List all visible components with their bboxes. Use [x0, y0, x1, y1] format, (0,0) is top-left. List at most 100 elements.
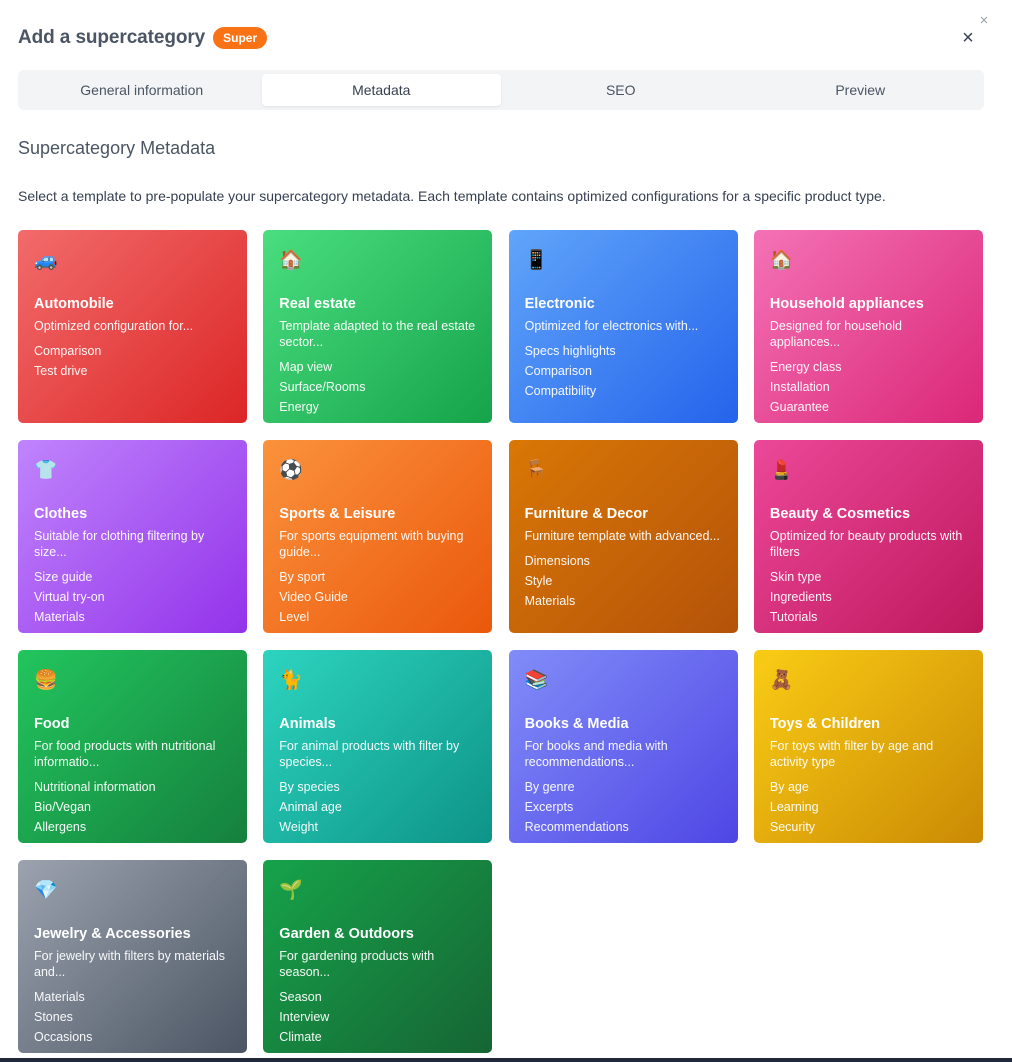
- template-card-description: Template adapted to the real estate sect…: [279, 319, 476, 349]
- template-card-feature: Learning: [769, 800, 819, 814]
- template-card-feature: Tutorials: [769, 610, 818, 624]
- template-card-jewelry-and-accessories[interactable]: 💎 Jewelry & Accessories For jewelry with f…: [18, 860, 247, 1053]
- template-card-features: Energy class Installation Guarantee: [770, 357, 967, 417]
- template-card-feature: By species: [279, 780, 340, 794]
- template-card-feature: Comparison: [34, 344, 102, 358]
- template-card-automobile[interactable]: 🚙 Automobile Optimized configuration for..…: [18, 230, 247, 423]
- template-card-feature: Occasions: [34, 1030, 93, 1044]
- template-card-description: Optimized for beauty products with filte…: [769, 529, 963, 559]
- template-card-title: Electronic: [524, 296, 595, 312]
- template-card-feature: Animal age: [279, 800, 342, 814]
- template-card-description: Optimized configuration for...: [34, 319, 194, 333]
- template-card-feature: Installation: [769, 380, 830, 394]
- template-card-title: Automobile: [34, 296, 114, 312]
- template-card-feature: Weight: [279, 820, 318, 834]
- template-card-title: Sports & Leisure: [279, 506, 396, 522]
- template-card-feature: Virtual try-on: [34, 590, 105, 604]
- template-card-feature: Interview: [279, 1010, 330, 1024]
- template-grid: 🚙 Automobile Optimized configuration for..…: [18, 230, 984, 1053]
- template-card-description: For jewelry with filters by materials an…: [34, 949, 226, 979]
- template-card-features: Comparison Test drive: [34, 341, 231, 381]
- bottom-bar: [0, 1058, 1012, 1062]
- template-card-feature: By sport: [279, 570, 326, 584]
- template-card-household-appliances[interactable]: 🏠 Household appliances Designed for househ…: [753, 230, 983, 423]
- burger-icon: 🍔: [34, 670, 58, 691]
- chair-icon: 🪑: [524, 460, 549, 481]
- template-card-feature: Materials: [524, 594, 576, 608]
- teddy-bear-icon: 🧸: [769, 670, 794, 691]
- template-card-toys-and-children[interactable]: 🧸 Toys & Children For toys with filter by …: [753, 650, 983, 843]
- template-card-description: Optimized for electronics with...: [524, 319, 699, 333]
- template-card-feature: Energy: [279, 400, 319, 414]
- template-card-furniture-and-decor[interactable]: 🪑 Furniture & Decor Furniture template wit…: [508, 440, 738, 633]
- template-card-feature: Map view: [279, 360, 333, 374]
- template-card-feature: Skin type: [769, 570, 822, 584]
- template-card-title: Garden & Outdoors: [279, 926, 414, 942]
- books-icon: 📚: [524, 670, 549, 691]
- template-card-title: Books & Media: [524, 716, 629, 732]
- template-card-feature: Dimensions: [524, 554, 590, 568]
- template-card-feature: Season: [279, 990, 322, 1004]
- template-card-beauty-and-cosmetics[interactable]: 💄 Beauty & Cosmetics Optimized for beauty …: [753, 440, 983, 633]
- template-card-description: For books and media with recommendations…: [524, 739, 668, 769]
- template-card-feature: Guarantee: [769, 400, 829, 414]
- template-card-description: For food products with nutritional infor…: [34, 739, 216, 769]
- tab-preview[interactable]: Preview: [741, 74, 981, 106]
- tab-general-information[interactable]: General information: [22, 74, 262, 106]
- lipstick-icon: 💄: [769, 460, 794, 481]
- template-card-feature: Specs highlights: [524, 344, 616, 358]
- template-card-real-estate[interactable]: 🏠 Real estate Template adapted to the real…: [263, 230, 493, 423]
- template-card-features: By species Animal age Weight: [279, 777, 476, 837]
- template-card-feature: Compatibility: [524, 384, 597, 398]
- template-card-feature: Security: [769, 820, 816, 834]
- car-icon: 🚙: [34, 250, 58, 271]
- soccer-ball-icon: ⚽: [279, 460, 303, 481]
- section-title: Supercategory Metadata: [18, 138, 216, 158]
- window-close-icon[interactable]: ×: [977, 13, 991, 28]
- section-description: Select a template to pre-populate your s…: [18, 188, 886, 204]
- template-card-features: By genre Excerpts Recommendations: [525, 777, 722, 837]
- template-card-food[interactable]: 🍔 Food For food products with nutritional …: [18, 650, 247, 843]
- template-card-feature: Materials: [34, 990, 85, 1004]
- close-icon[interactable]: ×: [958, 28, 978, 48]
- template-card-features: By sport Video Guide Level: [279, 567, 476, 627]
- template-card-feature: Comparison: [524, 364, 592, 378]
- template-card-electronic[interactable]: 📱 Electronic Optimized for electronics wit…: [508, 230, 738, 423]
- template-card-features: Materials Stones Occasions: [34, 987, 231, 1047]
- template-card-feature: By age: [769, 780, 809, 794]
- template-card-title: Food: [34, 716, 70, 732]
- template-card-feature: Excerpts: [524, 800, 574, 814]
- house-icon: 🏠: [279, 250, 303, 271]
- template-card-description: For toys with filter by age and activity…: [769, 739, 934, 769]
- template-card-feature: Recommendations: [524, 820, 629, 834]
- template-card-feature: Energy class: [769, 360, 842, 374]
- seedling-icon: 🌱: [279, 880, 303, 901]
- dialog-title: Add a supercategory: [18, 27, 206, 48]
- cat-icon: 🐈: [279, 670, 303, 691]
- tab-bar: General information Metadata SEO Preview: [18, 70, 984, 110]
- tab-metadata[interactable]: Metadata: [261, 74, 501, 106]
- template-card-title: Furniture & Decor: [524, 506, 648, 522]
- template-card-description: For animal products with filter by speci…: [279, 739, 460, 769]
- template-card-books-and-media[interactable]: 📚 Books & Media For books and media with r…: [508, 650, 738, 843]
- template-card-title: Toys & Children: [769, 716, 880, 732]
- template-card-description: Suitable for clothing filtering by size.…: [34, 529, 205, 559]
- tab-seo[interactable]: SEO: [501, 74, 741, 106]
- template-card-feature: Ingredients: [769, 590, 832, 604]
- template-card-description: For gardening products with season...: [279, 949, 435, 979]
- template-card-animals[interactable]: 🐈 Animals For animal products with filter …: [263, 650, 493, 843]
- template-card-garden-and-outdoors[interactable]: 🌱 Garden & Outdoors For gardening products…: [263, 860, 493, 1053]
- template-card-feature: Materials: [34, 610, 85, 624]
- template-card-feature: Size guide: [34, 570, 93, 584]
- template-card-title: Jewelry & Accessories: [34, 926, 191, 942]
- template-card-feature: Surface/Rooms: [279, 380, 366, 394]
- template-card-sports-and-leisure[interactable]: ⚽ Sports & Leisure For sports equipment wi…: [263, 440, 493, 633]
- template-card-title: Real estate: [279, 296, 356, 312]
- template-card-title: Beauty & Cosmetics: [769, 506, 911, 522]
- template-card-feature: Nutritional information: [34, 780, 156, 794]
- template-card-clothes[interactable]: 👕 Clothes Suitable for clothing filtering …: [18, 440, 247, 633]
- template-card-feature: Stones: [34, 1010, 73, 1024]
- template-card-feature: By genre: [524, 780, 575, 794]
- template-card-feature: Video Guide: [279, 590, 348, 604]
- template-card-features: Nutritional information Bio/Vegan Allergen…: [34, 777, 231, 837]
